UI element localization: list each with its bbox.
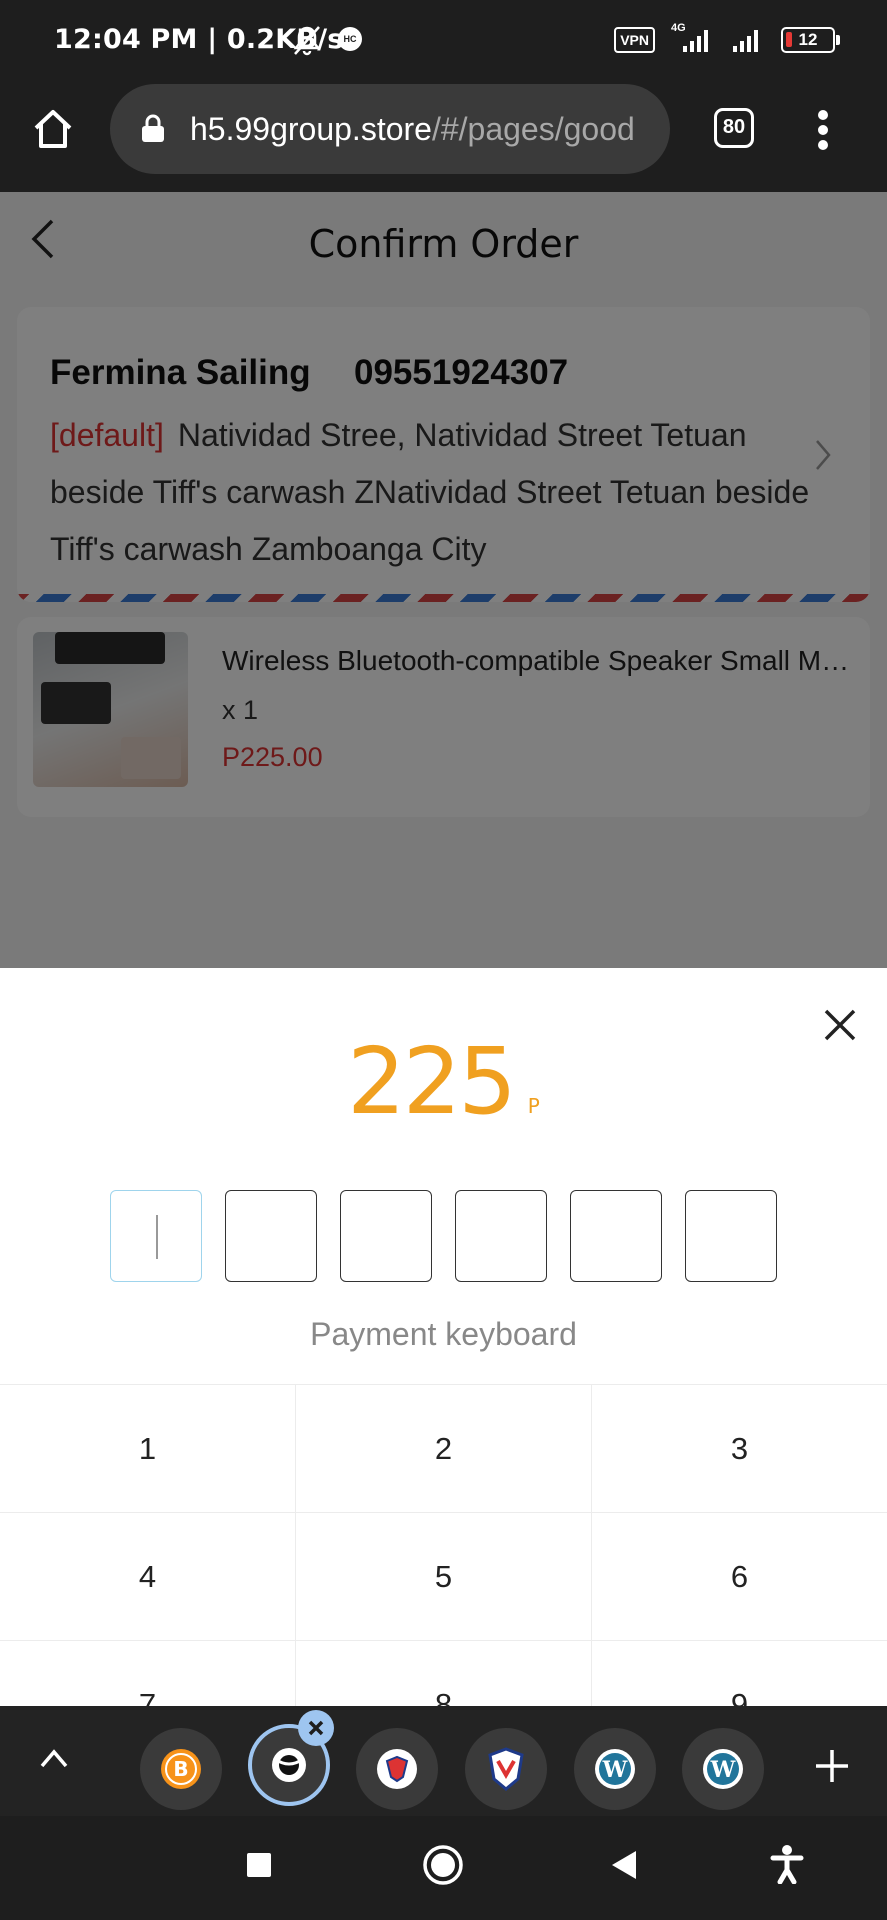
key-6[interactable]: 6 bbox=[591, 1512, 887, 1640]
amount-value: 225 bbox=[347, 1028, 517, 1135]
payment-amount: 225 P bbox=[0, 1028, 887, 1135]
payment-keypad: 1 2 3 4 5 6 7 8 9 0 bbox=[0, 1384, 887, 1706]
key-2[interactable]: 2 bbox=[295, 1384, 591, 1512]
status-bar: 12:04 PM | 0.2KB/s HC VPN 4G 12 bbox=[0, 0, 887, 80]
tab-wordpress-2[interactable]: W bbox=[682, 1728, 764, 1810]
home-icon[interactable] bbox=[30, 106, 76, 152]
hc-icon: HC bbox=[338, 27, 362, 51]
tab-switcher-button[interactable]: 80 bbox=[714, 108, 754, 148]
key-5[interactable]: 5 bbox=[295, 1512, 591, 1640]
tab-shield-2[interactable] bbox=[465, 1728, 547, 1810]
key-8[interactable]: 8 bbox=[295, 1640, 591, 1706]
key-7[interactable]: 7 bbox=[0, 1640, 295, 1706]
lock-icon bbox=[142, 114, 164, 142]
pin-digit-5[interactable] bbox=[570, 1190, 662, 1282]
key-4[interactable]: 4 bbox=[0, 1512, 295, 1640]
status-icons: VPN 4G 12 bbox=[614, 22, 840, 54]
url-path: /#/pages/good bbox=[431, 111, 635, 147]
pin-digit-4[interactable] bbox=[455, 1190, 547, 1282]
address-bar[interactable]: h5.99group.store/#/pages/good bbox=[110, 84, 670, 174]
more-menu-icon[interactable] bbox=[816, 108, 830, 152]
back-button-icon[interactable] bbox=[610, 1849, 638, 1881]
wordpress-icon: W bbox=[595, 1749, 635, 1789]
vpn-badge: VPN bbox=[614, 27, 655, 53]
pin-digit-1[interactable] bbox=[110, 1190, 202, 1282]
home-button-icon[interactable] bbox=[422, 1844, 464, 1886]
svg-text:B: B bbox=[173, 1757, 188, 1781]
recents-icon[interactable] bbox=[246, 1852, 272, 1878]
pin-input[interactable] bbox=[110, 1190, 777, 1282]
accessibility-icon[interactable] bbox=[770, 1844, 804, 1884]
close-icon[interactable] bbox=[818, 1003, 862, 1047]
amount-unit: P bbox=[527, 1094, 540, 1118]
chevron-up-icon[interactable] bbox=[38, 1746, 70, 1770]
shield-icon bbox=[377, 1749, 417, 1789]
signal-4g-icon: 4G bbox=[669, 22, 715, 54]
battery-icon: 12 bbox=[781, 27, 840, 53]
close-icon bbox=[308, 1720, 324, 1736]
pin-digit-3[interactable] bbox=[340, 1190, 432, 1282]
tab-shield-1[interactable] bbox=[356, 1728, 438, 1810]
plus-icon[interactable] bbox=[812, 1746, 852, 1786]
pin-digit-6[interactable] bbox=[685, 1190, 777, 1282]
system-nav-bar bbox=[0, 1816, 887, 1920]
web-page: Confirm Order Fermina Sailing 0955192430… bbox=[0, 192, 887, 1706]
shield-icon bbox=[488, 1747, 524, 1791]
url-text[interactable]: h5.99group.store/#/pages/good bbox=[190, 111, 655, 148]
tab-strip: B W W bbox=[0, 1706, 887, 1816]
tab-bitcoin[interactable]: B bbox=[140, 1728, 222, 1810]
wordpress-icon: W bbox=[703, 1749, 743, 1789]
globe-icon bbox=[272, 1748, 306, 1782]
keyboard-label: Payment keyboard bbox=[310, 1316, 577, 1352]
bitcoin-icon: B bbox=[161, 1749, 201, 1789]
payment-sheet: 225 P Payment keyboard 1 2 3 4 5 6 7 8 9 … bbox=[0, 968, 887, 1706]
svg-text:W: W bbox=[710, 1757, 736, 1783]
pin-digit-2[interactable] bbox=[225, 1190, 317, 1282]
url-host: h5.99group.store bbox=[190, 111, 432, 147]
browser-toolbar: h5.99group.store/#/pages/good 80 bbox=[0, 80, 887, 192]
tab-wordpress-1[interactable]: W bbox=[574, 1728, 656, 1810]
key-9[interactable]: 9 bbox=[591, 1640, 887, 1706]
key-1[interactable]: 1 bbox=[0, 1384, 295, 1512]
svg-text:W: W bbox=[602, 1757, 628, 1783]
bell-muted-icon bbox=[293, 26, 321, 56]
key-3[interactable]: 3 bbox=[591, 1384, 887, 1512]
signal-icon bbox=[733, 30, 758, 52]
close-tab-button[interactable] bbox=[298, 1710, 334, 1746]
